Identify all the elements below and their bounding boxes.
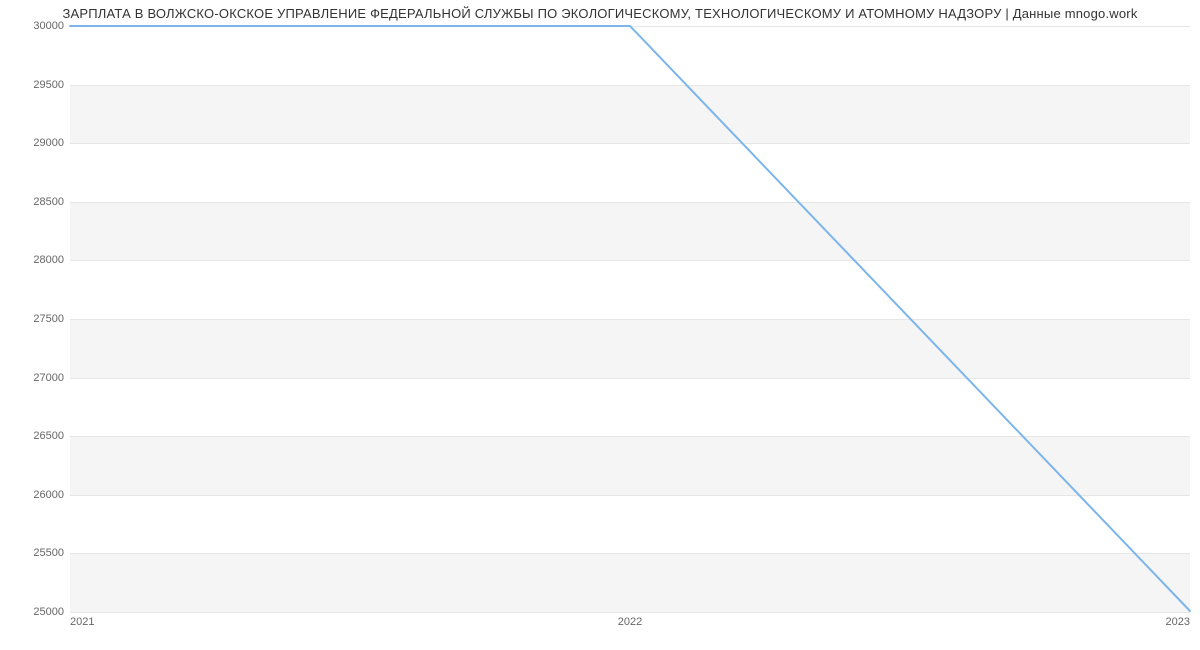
y-tick-label: 28000 bbox=[8, 254, 64, 266]
y-tick-label: 27500 bbox=[8, 313, 64, 325]
y-tick-label: 27000 bbox=[8, 372, 64, 384]
y-tick-label: 30000 bbox=[8, 20, 64, 32]
y-gridline bbox=[70, 612, 1190, 613]
y-tick-label: 26000 bbox=[8, 489, 64, 501]
x-tick-label: 2022 bbox=[618, 616, 642, 628]
y-tick-label: 29500 bbox=[8, 79, 64, 91]
y-tick-label: 26500 bbox=[8, 430, 64, 442]
x-tick-label: 2023 bbox=[1166, 616, 1190, 628]
chart-title: ЗАРПЛАТА В ВОЛЖСКО-ОКСКОЕ УПРАВЛЕНИЕ ФЕД… bbox=[0, 6, 1200, 21]
y-tick-label: 28500 bbox=[8, 196, 64, 208]
plot-area bbox=[70, 26, 1190, 612]
series-line bbox=[70, 26, 1190, 611]
y-tick-label: 25000 bbox=[8, 606, 64, 618]
salary-line-chart: ЗАРПЛАТА В ВОЛЖСКО-ОКСКОЕ УПРАВЛЕНИЕ ФЕД… bbox=[0, 0, 1200, 650]
y-tick-label: 25500 bbox=[8, 547, 64, 559]
y-tick-label: 29000 bbox=[8, 137, 64, 149]
x-tick-label: 2021 bbox=[70, 616, 94, 628]
line-series bbox=[70, 26, 1190, 611]
